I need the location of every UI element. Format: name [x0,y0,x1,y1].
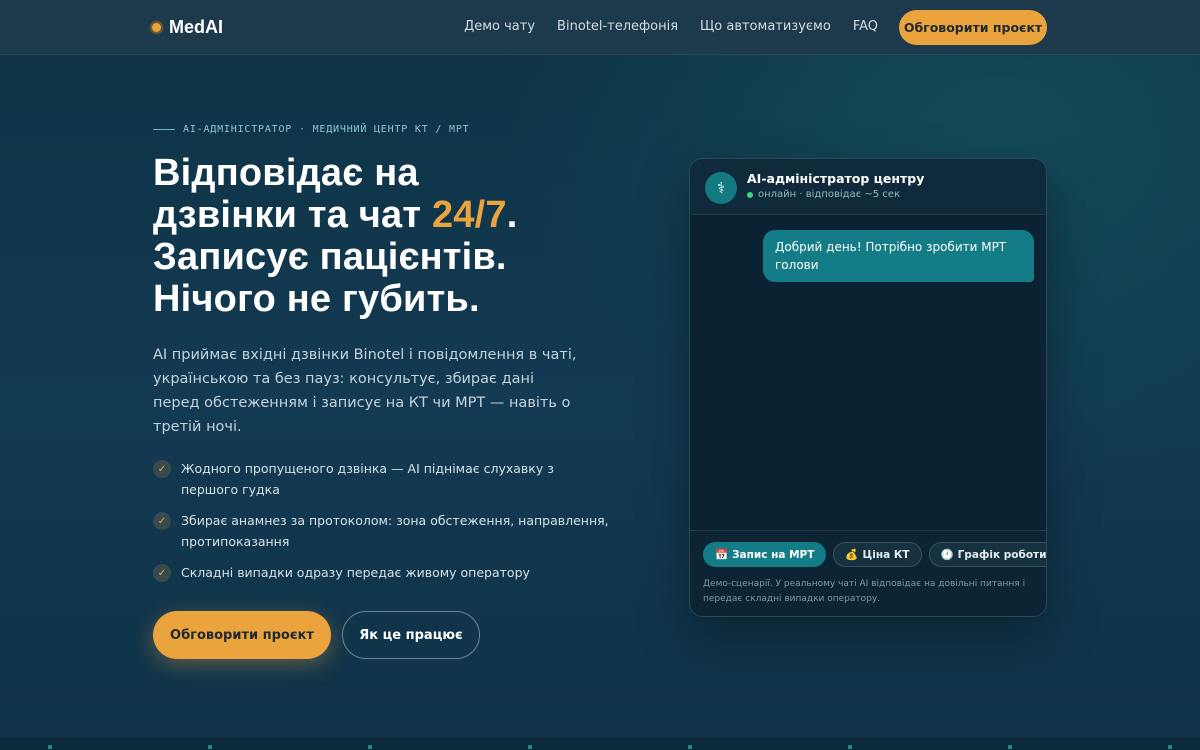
how-it-works-button[interactable]: Як це працює [342,611,480,659]
chat-header: ⚕ AI-адміністратор центру онлайн · відпо… [690,159,1046,215]
decor-tick [208,745,212,749]
check-icon: ✓ [153,460,171,478]
check-icon: ✓ [153,512,171,530]
decor-tick [368,745,372,749]
hero-headline: Відповідає на дзвінки та чат 24/7. Запис… [153,152,633,320]
list-item: ✓ Складні випадки одразу передає живому … [153,562,613,583]
quick-reply-chips: 📅 Запис на МРТ 💰 Ціна КТ 🕐 Графік роботи [703,542,1047,567]
medical-avatar-icon: ⚕ [705,172,737,204]
money-bag-icon: 💰 [845,549,859,561]
hero-eyebrow: AI-АДМІНІСТРАТОР · МЕДИЧНИЙ ЦЕНТР КТ / М… [153,124,469,135]
decor-tick [528,745,532,749]
nav-discuss-project-button[interactable]: Обговорити проєкт [899,10,1047,45]
headline-dot: . [506,194,518,236]
nav-links: Демо чату Binotel-телефонія Що автоматиз… [464,19,878,34]
headline-line-1: Відповідає на [153,152,419,194]
brand-dot-icon [150,21,163,34]
decor-tick [848,745,852,749]
chat-footer: 📅 Запис на МРТ 💰 Ціна КТ 🕐 Графік роботи… [690,530,1047,616]
headline-line-3: Записує пацієнтів. [153,236,507,278]
check-text: Жодного пропущеного дзвінка — AI підніма… [181,461,554,497]
headline-line-2: дзвінки та чат [153,194,422,236]
nav-link-automation[interactable]: Що автоматизуємо [700,19,831,34]
chat-status: онлайн · відповідає ~5 сек [747,189,900,200]
chip-schedule[interactable]: 🕐 Графік роботи [928,542,1047,567]
chip-label: Ціна КТ [862,548,910,561]
chip-ct-price[interactable]: 💰 Ціна КТ [833,542,922,567]
nav-link-binotel[interactable]: Binotel-телефонія [557,19,678,34]
check-text: Складні випадки одразу передає живому оп… [181,565,530,580]
list-item: ✓ Жодного пропущеного дзвінка — AI підні… [153,458,613,500]
check-icon: ✓ [153,564,171,582]
decor-tick [688,745,692,749]
nav-link-faq[interactable]: FAQ [853,19,878,34]
discuss-project-button[interactable]: Обговорити проєкт [153,611,331,659]
chat-status-text: онлайн · відповідає ~5 сек [758,189,900,200]
list-item: ✓ Збирає анамнез за протоколом: зона обс… [153,510,613,552]
chip-label: Графік роботи [957,548,1047,561]
next-section-edge [0,738,1200,750]
clock-icon: 🕐 [940,549,954,561]
headline-line-4: Нічого не губить. [153,278,480,320]
online-status-icon [747,191,753,198]
eyebrow-line [153,129,175,130]
decor-tick [1168,745,1172,749]
hero-lead: AI приймає вхідні дзвінки Binotel і пові… [153,347,577,435]
decor-tick [1008,745,1012,749]
chat-demo-widget: ⚕ AI-адміністратор центру онлайн · відпо… [689,158,1047,617]
decor-tick [48,745,52,749]
chat-title: AI-адміністратор центру [747,171,925,186]
chip-book-mri[interactable]: 📅 Запис на МРТ [703,542,827,567]
brand-logo[interactable]: MedAI [150,17,223,38]
eyebrow-text: AI-АДМІНІСТРАТОР · МЕДИЧНИЙ ЦЕНТР КТ / М… [183,124,470,135]
feature-checklist: ✓ Жодного пропущеного дзвінка — AI підні… [153,458,613,593]
check-text: Збирає анамнез за протоколом: зона обсте… [181,513,609,549]
calendar-icon: 📅 [715,549,729,561]
headline-accent: 24/7 [431,194,507,236]
user-message-bubble: Добрий день! Потрібно зробити МРТ голови [763,230,1034,282]
nav-link-chat-demo[interactable]: Демо чату [464,19,535,34]
top-nav: MedAI Демо чату Binotel-телефонія Що авт… [0,0,1200,55]
chat-messages[interactable]: Добрий день! Потрібно зробити МРТ голови [690,215,1046,530]
chat-disclaimer: Демо-сценарії. У реальному чаті AI відпо… [703,579,1026,604]
brand-name: MedAI [169,17,223,37]
chip-label: Запис на МРТ [732,548,815,561]
